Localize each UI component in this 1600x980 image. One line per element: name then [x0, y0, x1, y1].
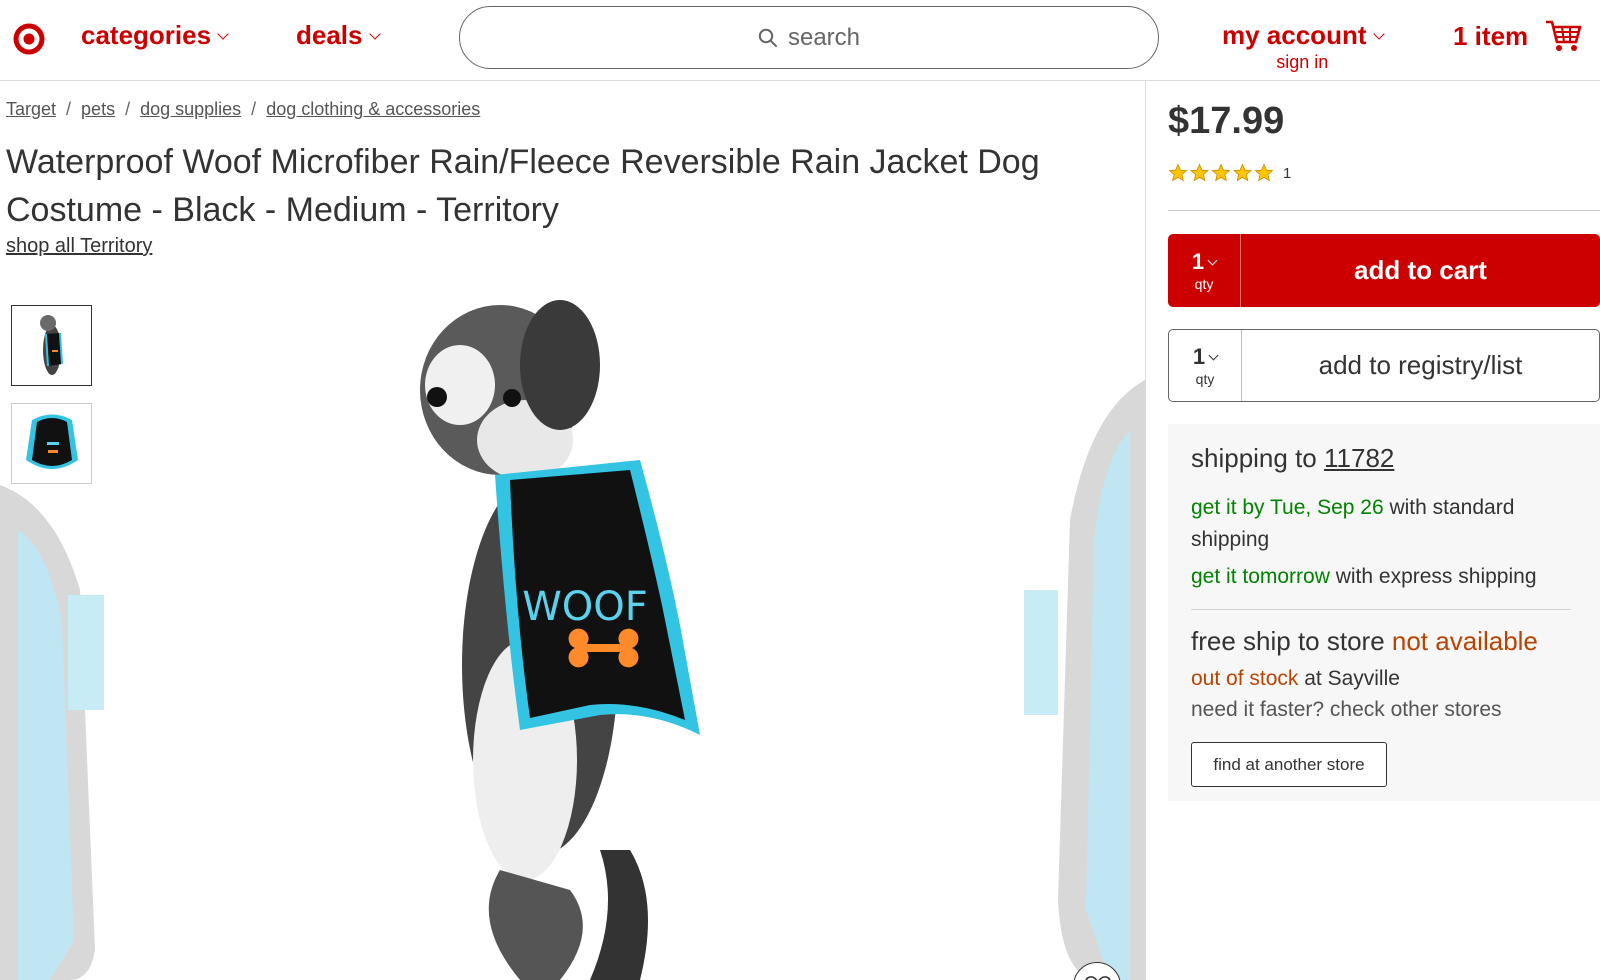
- target-logo-icon[interactable]: [12, 22, 46, 56]
- heart-icon: [1085, 976, 1111, 980]
- add-to-cart-row: 1 qty add to cart: [1168, 234, 1600, 307]
- breadcrumb-link[interactable]: pets: [81, 99, 115, 119]
- search-input[interactable]: [460, 7, 1158, 68]
- breadcrumb: Target / pets / dog supplies / dog clothing & …: [6, 99, 480, 120]
- qty-label: qty: [1194, 275, 1214, 292]
- shipping-zip-link[interactable]: 11782: [1324, 443, 1394, 473]
- add-to-registry-button[interactable]: add to registry/list: [1242, 330, 1599, 401]
- qty-label: qty: [1195, 370, 1215, 387]
- cart-count-label: 1 item: [1453, 20, 1529, 51]
- cart-quantity-value: 1: [1191, 248, 1205, 274]
- standard-shipping-date: get it by Tue, Sep 26: [1191, 496, 1384, 519]
- store-pickup-prefix: free ship to store: [1191, 626, 1385, 656]
- cart-button[interactable]: 1 item: [1453, 18, 1582, 54]
- sign-in-link[interactable]: sign in: [1222, 52, 1383, 73]
- shopping-cart-icon: [1546, 20, 1582, 51]
- shipping-to-prefix: shipping to: [1191, 443, 1317, 473]
- breadcrumb-link[interactable]: dog supplies: [140, 99, 241, 119]
- thumbnail-jacket-image: [26, 414, 78, 469]
- stock-status: out of stock: [1191, 667, 1299, 690]
- chevron-down-icon: [1372, 28, 1385, 40]
- fulfillment-panel: shipping to 11782 get it by Tue, Sep 26 …: [1168, 424, 1600, 801]
- jacket-woof-text: WOOF: [522, 584, 648, 630]
- breadcrumb-separator: /: [125, 99, 131, 119]
- chevron-down-icon: [1208, 350, 1219, 360]
- breadcrumb-separator: /: [66, 99, 72, 119]
- find-another-store-button[interactable]: find at another store: [1191, 742, 1387, 787]
- cart-quantity-select[interactable]: 1 qty: [1168, 234, 1241, 307]
- express-shipping-text: with express shipping: [1329, 565, 1537, 588]
- chevron-down-icon: [368, 28, 381, 40]
- express-shipping-date: get it tomorrow: [1191, 565, 1330, 588]
- product-title: Waterproof Woof Microfiber Rain/Fleece R…: [6, 143, 1040, 229]
- my-account-menu[interactable]: my account sign in: [1222, 20, 1385, 73]
- thumbnail-dog-image: [40, 315, 63, 375]
- favorite-heart-button[interactable]: [1073, 962, 1121, 980]
- breadcrumb-separator: /: [251, 99, 257, 119]
- star-rating[interactable]: 1: [1168, 163, 1291, 183]
- add-to-cart-button[interactable]: add to cart: [1241, 234, 1600, 307]
- shipping-to-heading: shipping to 11782: [1191, 443, 1394, 474]
- store-pickup-status: not available: [1391, 626, 1538, 656]
- chevron-down-icon: [217, 28, 229, 40]
- breadcrumb-link[interactable]: dog clothing & accessories: [266, 99, 480, 119]
- registry-quantity-select[interactable]: 1 qty: [1169, 330, 1242, 401]
- store-pickup-heading: free ship to store not available: [1191, 626, 1538, 657]
- thumbnail-image-2[interactable]: [11, 403, 92, 484]
- stock-status-line: out of stock at Sayville: [1191, 667, 1400, 691]
- express-shipping-info: get it tomorrow with express shipping: [1191, 561, 1596, 593]
- deals-label: deals: [296, 20, 363, 50]
- registry-quantity-value: 1: [1192, 343, 1206, 369]
- categories-menu[interactable]: categories: [81, 20, 229, 51]
- column-divider: [1145, 81, 1146, 980]
- product-image-gallery: WOOF: [0, 290, 1145, 980]
- standard-shipping-info: get it by Tue, Sep 26 with standard ship…: [1191, 492, 1596, 556]
- categories-label: categories: [81, 20, 212, 50]
- product-price: $17.99: [1168, 100, 1285, 142]
- deals-menu[interactable]: deals: [296, 20, 381, 51]
- breadcrumb-link[interactable]: Target: [6, 99, 56, 119]
- product-main-image[interactable]: WOOF: [0, 290, 1145, 980]
- rating-count: 1: [1283, 164, 1292, 182]
- divider: [1168, 210, 1600, 211]
- add-to-registry-row: 1 qty add to registry/list: [1168, 329, 1600, 402]
- search-bar: search: [459, 6, 1159, 69]
- account-label: my account: [1222, 20, 1367, 50]
- check-other-stores-text: need it faster? check other stores: [1191, 698, 1502, 721]
- divider: [1191, 609, 1571, 610]
- star-icons: [1168, 163, 1274, 182]
- chevron-down-icon: [1207, 255, 1218, 265]
- shop-all-brand-link[interactable]: shop all Territory: [6, 235, 152, 258]
- thumbnail-image-1[interactable]: [11, 305, 92, 386]
- stock-location: at Sayville: [1298, 667, 1400, 690]
- site-header: categories deals search my account sign …: [0, 0, 1600, 81]
